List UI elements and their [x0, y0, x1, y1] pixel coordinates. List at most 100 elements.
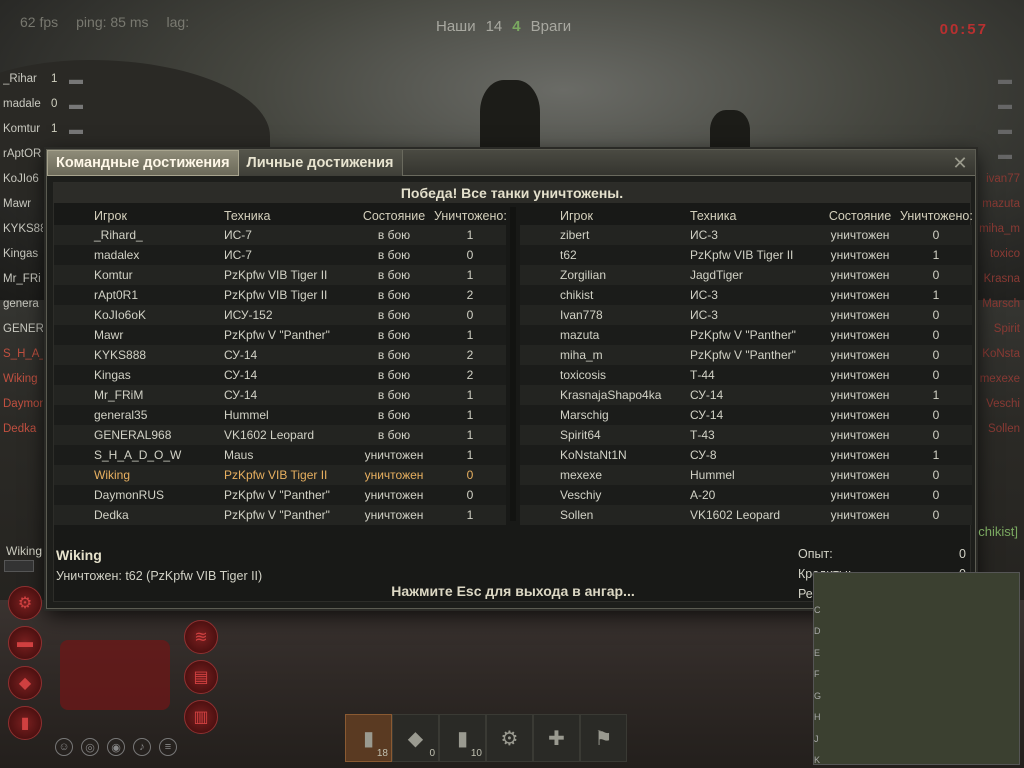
cell-player: Marschig	[560, 408, 609, 422]
cell-kills: 1	[466, 328, 474, 342]
table-row[interactable]: general35 Hummel в бою 1	[54, 405, 506, 425]
cell-state: уничтожен	[364, 488, 424, 502]
table-row[interactable]: Kingas СУ-14 в бою 2	[54, 365, 506, 385]
table-row[interactable]: Mr_FRiM СУ-14 в бою 1	[54, 385, 506, 405]
cell-state: уничтожен	[830, 368, 890, 382]
table-row[interactable]: Wiking PzKpfw VIB Tiger II уничтожен 0	[54, 465, 506, 485]
table-row[interactable]: Zorgilian JagdTiger уничтожен 0	[520, 265, 972, 285]
ammo-slot[interactable]: ▮ 10	[439, 714, 486, 762]
side-player-name: Spirit	[993, 322, 1020, 335]
table-row[interactable]: Sollen VK1602 Leopard уничтожен 0	[520, 505, 972, 525]
tank-icon: ▬	[69, 70, 83, 87]
table-row[interactable]: Spirit64 Т-43 уничтожен 0	[520, 425, 972, 445]
table-row[interactable]: zibert ИС-3 уничтожен 0	[520, 225, 972, 245]
cell-player: Wiking	[94, 468, 131, 482]
cell-tank: PzKpfw VIB Tiger II	[224, 468, 328, 482]
cell-kills: 0	[932, 408, 940, 422]
cell-player: t62	[560, 248, 577, 262]
column-header-player: Игрок	[94, 209, 127, 223]
table-row[interactable]: toxicosis Т-44 уничтожен 0	[520, 365, 972, 385]
table-row[interactable]: KrasnajaShapo4ka СУ-14 уничтожен 1	[520, 385, 972, 405]
close-icon[interactable]: ✕	[951, 153, 969, 173]
cell-state: уничтожен	[830, 308, 890, 322]
tab-personal-achievements[interactable]: Личные достижения	[238, 150, 403, 176]
ammo-slot[interactable]: ⚑	[580, 714, 627, 762]
cell-state: в бою	[377, 368, 411, 382]
cell-kills: 0	[932, 468, 940, 482]
reward-label: Опыт:	[798, 547, 833, 561]
minimap[interactable]: C DEFGHJK	[813, 572, 1020, 765]
shell-he-icon: ▮	[456, 727, 468, 750]
cell-state: уничтожен	[830, 228, 890, 242]
table-row[interactable]: Komtur PzKpfw VIB Tiger II в бою 1	[54, 265, 506, 285]
gunner-icon: ◎	[81, 738, 99, 756]
side-player-name: Mawr	[3, 197, 32, 210]
cell-state: уничтожен	[830, 268, 890, 282]
tank-silhouette-icon	[60, 640, 170, 710]
minimap-row-label: K	[814, 754, 821, 765]
enemy-score: 4	[512, 18, 521, 35]
side-player-frags: 1	[51, 122, 58, 135]
side-player-name: _Rihar	[3, 72, 37, 85]
turret-icon: ◆	[8, 666, 42, 700]
table-row[interactable]: mazuta PzKpfw V "Panther" уничтожен 0	[520, 325, 972, 345]
cell-player: DaymonRUS	[94, 488, 165, 502]
cell-tank: ИС-7	[224, 228, 252, 242]
table-row[interactable]: KYKS888 СУ-14 в бою 2	[54, 345, 506, 365]
side-player-frags: 1	[51, 72, 58, 85]
side-list-item: madale 0 ▬	[3, 91, 143, 116]
cell-player: KrasnajaShapo4ka	[560, 388, 662, 402]
side-list-item: Komtur 1 ▬	[3, 116, 143, 141]
cell-player: general35	[94, 408, 148, 422]
shell-ap-icon: ▮	[362, 727, 374, 750]
tank-icon: ▬	[998, 145, 1012, 162]
engine-icon: ⚙	[8, 586, 42, 620]
table-row[interactable]: t62 PzKpfw VIB Tiger II уничтожен 1	[520, 245, 972, 265]
table-row[interactable]: Dedka PzKpfw V "Panther" уничтожен 1	[54, 505, 506, 525]
cell-player: KoJIo6oK	[94, 308, 147, 322]
ammo-count: 0	[429, 748, 435, 759]
ammo-slot[interactable]: ✚	[533, 714, 580, 762]
ammo-slot[interactable]: ▮ 18	[345, 714, 392, 762]
table-row[interactable]: Veschiy А-20 уничтожен 0	[520, 485, 972, 505]
table-row[interactable]: rApt0R1 PzKpfw VIB Tiger II в бою 2	[54, 285, 506, 305]
table-row[interactable]: madalex ИС-7 в бою 0	[54, 245, 506, 265]
table-row[interactable]: Ivan778 ИС-3 уничтожен 0	[520, 305, 972, 325]
results-tabs: Командные достижения Личные достижения	[47, 150, 975, 176]
cell-player: Zorgilian	[560, 268, 607, 282]
lag-indicator: lag:	[166, 14, 190, 30]
side-player-name: mexexe	[979, 372, 1020, 385]
column-header-player: Игрок	[560, 209, 593, 223]
table-row[interactable]: GENERAL968 VK1602 Leopard в бою 1	[54, 425, 506, 445]
table-row[interactable]: chikist ИС-3 уничтожен 1	[520, 285, 972, 305]
table-row[interactable]: miha_m PzKpfw V "Panther" уничтожен 0	[520, 345, 972, 365]
tab-team-achievements[interactable]: Командные достижения	[47, 150, 239, 176]
cell-tank: СУ-14	[224, 388, 258, 402]
table-row[interactable]: DaymonRUS PzKpfw V "Panther" уничтожен 0	[54, 485, 506, 505]
table-row[interactable]: Mawr PzKpfw V "Panther" в бою 1	[54, 325, 506, 345]
minimap-row-label: D	[814, 626, 821, 637]
side-player-name: Kingas	[3, 247, 39, 260]
table-row[interactable]: KoJIo6oK ИСУ-152 в бою 0	[54, 305, 506, 325]
cell-tank: PzKpfw VIB Tiger II	[690, 248, 794, 262]
damage-panel: Wiking ⚙ ▬ ◆ ▮ ≋ ▤ ▥	[0, 540, 230, 768]
cell-kills: 1	[932, 448, 940, 462]
ammo-slot[interactable]: ◆ 0	[392, 714, 439, 762]
cell-state: уничтожен	[830, 468, 890, 482]
table-row[interactable]: Marschig СУ-14 уничтожен 0	[520, 405, 972, 425]
cell-tank: Т-44	[690, 368, 715, 382]
tank-icon: ▬	[998, 120, 1012, 137]
ammo-slot[interactable]: ⚙	[486, 714, 533, 762]
cell-kills: 1	[466, 268, 474, 282]
minimap-row-label: J	[814, 733, 819, 744]
table-row[interactable]: mexexe Hummel уничтожен 0	[520, 465, 972, 485]
enemy-team-table: Игрок Техника Состояние Уничтожено: zibe…	[520, 207, 973, 525]
cell-tank: PzKpfw V "Panther"	[224, 508, 330, 522]
table-row[interactable]: _Rihard_ ИС-7 в бою 1	[54, 225, 506, 245]
cell-player: _Rihard_	[94, 228, 143, 242]
table-row[interactable]: S_H_A_D_O_W Maus уничтожен 1	[54, 445, 506, 465]
side-player-name: Krasna	[983, 272, 1020, 285]
cell-state: в бою	[377, 348, 411, 362]
cell-player: KoNstaNt1N	[560, 448, 627, 462]
table-row[interactable]: KoNstaNt1N СУ-8 уничтожен 1	[520, 445, 972, 465]
